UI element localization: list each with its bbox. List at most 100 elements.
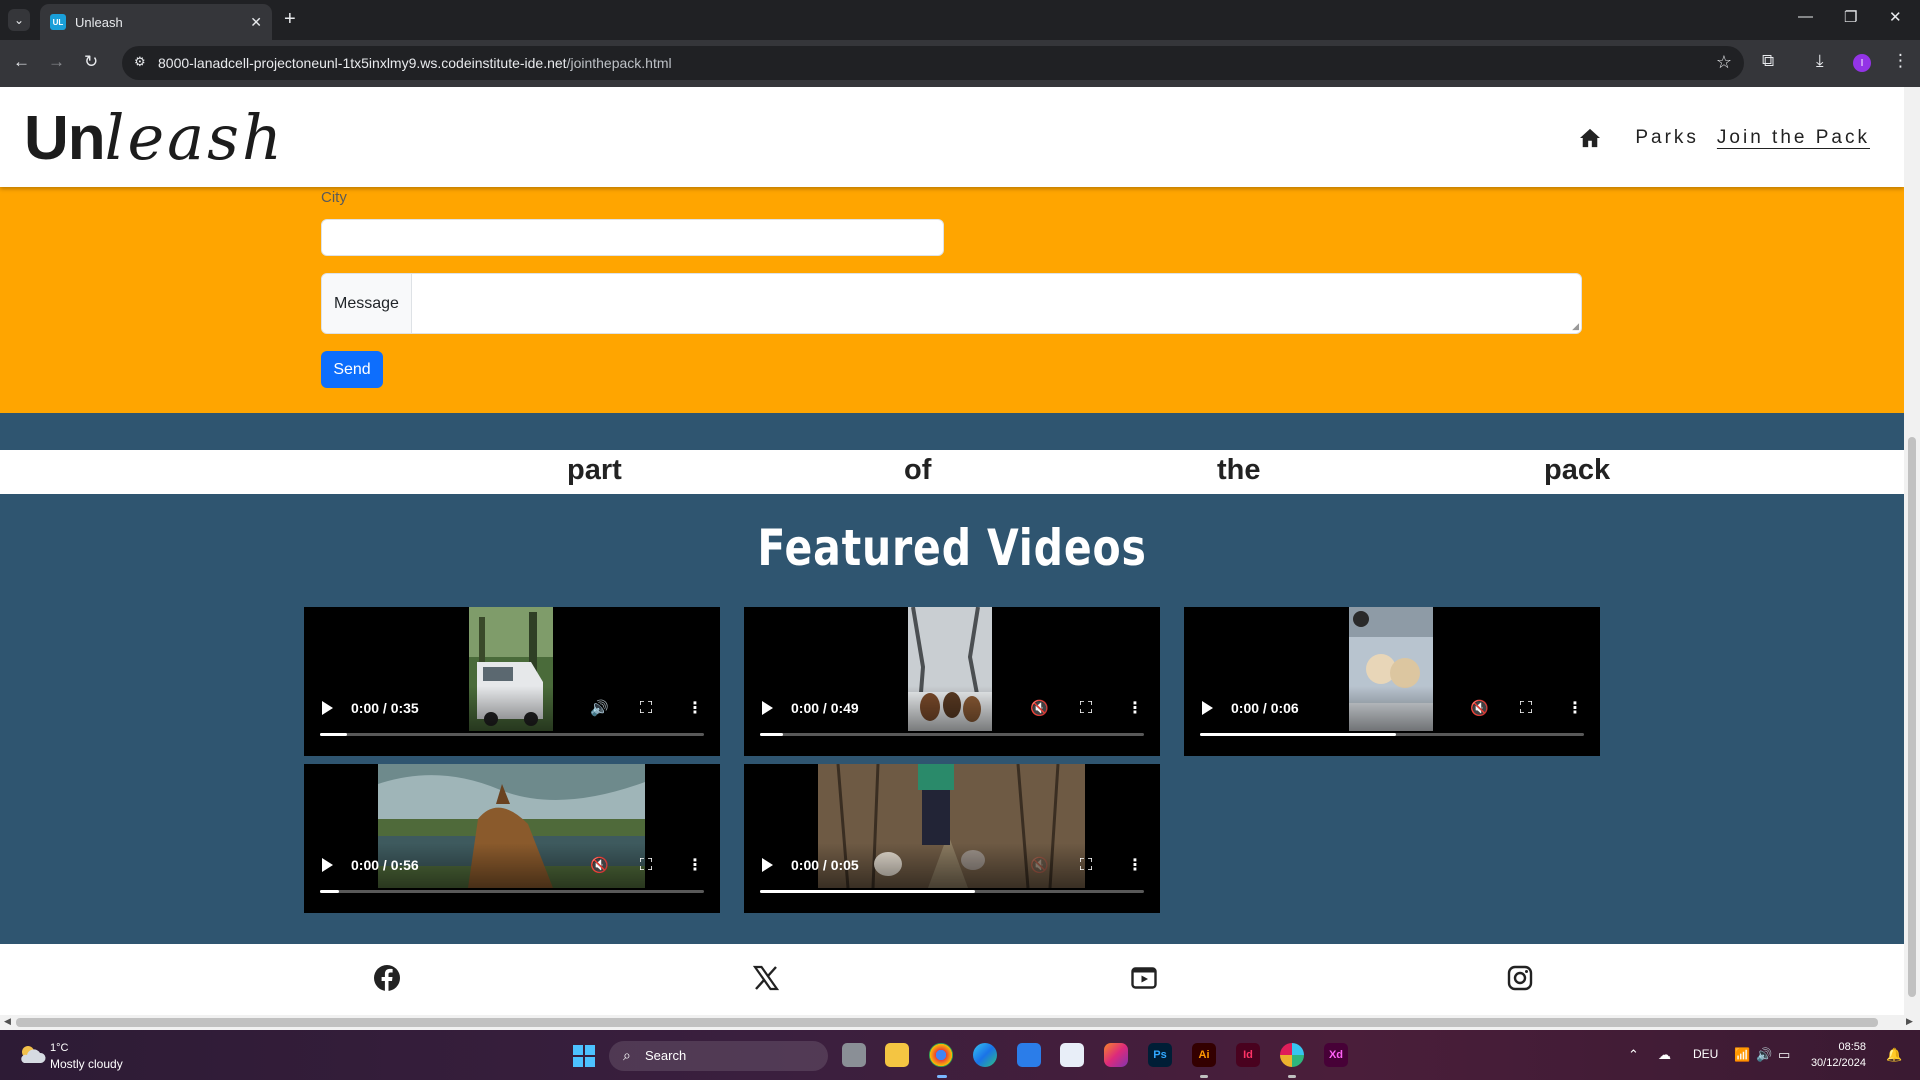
site-logo[interactable]: Unleash [24, 101, 285, 174]
input-language[interactable]: DEU [1693, 1047, 1718, 1061]
onedrive-cloud-icon[interactable]: ☁ [1658, 1047, 1671, 1063]
video-player[interactable]: 0:00 / 0:06 🔇 ⋮ [1184, 607, 1600, 756]
taskbar-search[interactable]: ⌕ Search [609, 1041, 828, 1071]
menu-kebab-icon[interactable]: ⋮ [1892, 51, 1909, 71]
chrome-icon[interactable] [929, 1043, 953, 1067]
video-time: 0:00 / 0:05 [791, 857, 859, 873]
facebook-icon[interactable] [373, 964, 401, 992]
nav-link-join-the-pack[interactable]: Join the Pack [1717, 127, 1870, 149]
volume-icon[interactable]: 🔊 [590, 699, 609, 717]
youtube-icon[interactable] [1130, 964, 1158, 992]
city-input[interactable] [321, 219, 944, 256]
chevron-up-icon[interactable]: ⌃ [1628, 1047, 1639, 1063]
profile-avatar[interactable]: I [1853, 54, 1871, 72]
video-progress[interactable] [760, 890, 1144, 893]
task-view-icon[interactable] [842, 1043, 866, 1067]
window-close-icon[interactable]: ✕ [1889, 8, 1902, 26]
bookmark-star-icon[interactable]: ☆ [1716, 52, 1732, 73]
video-progress[interactable] [760, 733, 1144, 736]
adobe-xd-icon[interactable]: Xd [1324, 1043, 1348, 1067]
muted-icon[interactable]: 🔇 [590, 856, 609, 874]
house-icon[interactable] [1579, 128, 1601, 148]
video-player[interactable]: 0:00 / 0:05 🔇 ⋮ [744, 764, 1160, 913]
play-icon[interactable] [322, 701, 333, 715]
cloudy-weather-icon[interactable] [18, 1044, 46, 1064]
fullscreen-icon[interactable] [1080, 701, 1092, 713]
back-icon[interactable]: ← [13, 52, 30, 72]
site-info-icon[interactable]: ⚙ [134, 54, 146, 70]
browser-tab[interactable]: UL Unleash ✕ [40, 4, 272, 40]
speaker-icon[interactable]: 🔊 [1756, 1047, 1772, 1063]
illustrator-icon[interactable]: Ai [1192, 1043, 1216, 1067]
fullscreen-icon[interactable] [1080, 858, 1092, 870]
play-icon[interactable] [762, 858, 773, 872]
vertical-scroll-thumb[interactable] [1908, 437, 1916, 997]
store-icon[interactable] [1017, 1043, 1041, 1067]
battery-icon[interactable]: ▭ [1778, 1047, 1790, 1063]
more-options-icon[interactable]: ⋮ [1127, 855, 1143, 875]
clock-date[interactable]: 30/12/2024 [1806, 1057, 1866, 1069]
instagram-icon[interactable] [1506, 964, 1534, 992]
instagram-app-icon[interactable] [1104, 1043, 1128, 1067]
muted-icon[interactable]: 🔇 [1030, 856, 1049, 874]
site-favicon: UL [50, 14, 66, 30]
indesign-icon[interactable]: Id [1236, 1043, 1260, 1067]
more-options-icon[interactable]: ⋮ [1567, 698, 1583, 718]
video-progress[interactable] [320, 890, 704, 893]
nav-link-parks[interactable]: Parks [1635, 127, 1699, 149]
slack-icon[interactable] [1280, 1043, 1304, 1067]
video-player[interactable]: 0:00 / 0:56 🔇 ⋮ [304, 764, 720, 913]
vertical-scrollbar[interactable] [1904, 87, 1920, 1015]
fullscreen-icon[interactable] [640, 858, 652, 870]
video-time: 0:00 / 0:56 [351, 857, 419, 873]
muted-icon[interactable]: 🔇 [1470, 699, 1489, 717]
video-progress-fill [760, 733, 784, 736]
more-options-icon[interactable]: ⋮ [687, 698, 703, 718]
forward-icon[interactable]: → [48, 52, 65, 72]
address-bar[interactable]: ⚙ 8000-lanadcell-projectoneunl-1tx5inxlm… [122, 46, 1744, 80]
message-textarea[interactable]: ◢ [412, 274, 1581, 333]
play-icon[interactable] [1202, 701, 1213, 715]
fullscreen-icon[interactable] [640, 701, 652, 713]
horizontal-scrollbar[interactable]: ◀ ▶ [0, 1015, 1920, 1030]
video-player[interactable]: 0:00 / 0:49 🔇 ⋮ [744, 607, 1160, 756]
tab-strip: ⌄ UL Unleash ✕ + — ❐ ✕ [0, 0, 1920, 40]
scroll-left-icon[interactable]: ◀ [4, 1016, 11, 1027]
start-button[interactable] [573, 1045, 595, 1067]
message-group: Message ◢ [321, 273, 1582, 334]
clock-time[interactable]: 08:58 [1812, 1041, 1866, 1053]
url-text[interactable]: 8000-lanadcell-projectoneunl-1tx5inxlmy9… [158, 55, 672, 71]
notification-bell-icon[interactable]: 🔔 [1886, 1047, 1902, 1063]
tab-search-button[interactable]: ⌄ [8, 9, 30, 31]
site-header: Unleash Parks Join the Pack [0, 87, 1904, 187]
muted-icon[interactable]: 🔇 [1030, 699, 1049, 717]
new-tab-button[interactable]: + [284, 8, 296, 30]
restore-icon[interactable]: ❐ [1844, 8, 1857, 26]
more-options-icon[interactable]: ⋮ [687, 855, 703, 875]
send-button[interactable]: Send [321, 351, 383, 388]
x-icon[interactable] [752, 964, 780, 992]
minimize-icon[interactable]: — [1798, 8, 1813, 25]
file-explorer-icon[interactable] [885, 1043, 909, 1067]
resize-handle-icon[interactable]: ◢ [1572, 321, 1579, 332]
contact-form: City Message ◢ Send [0, 187, 1904, 413]
more-options-icon[interactable]: ⋮ [1127, 698, 1143, 718]
download-icon[interactable]: ⤓ [1816, 51, 1824, 71]
calendar-icon[interactable] [1060, 1043, 1084, 1067]
video-progress[interactable] [320, 733, 704, 736]
reload-icon[interactable]: ↻ [84, 52, 98, 72]
scroll-right-icon[interactable]: ▶ [1906, 1016, 1913, 1027]
photoshop-icon[interactable]: Ps [1148, 1043, 1172, 1067]
edge-icon[interactable] [973, 1043, 997, 1067]
wifi-icon[interactable]: 📶 [1734, 1047, 1750, 1063]
horizontal-scroll-thumb[interactable] [16, 1018, 1878, 1027]
play-icon[interactable] [322, 858, 333, 872]
tab-close-icon[interactable]: ✕ [250, 14, 262, 31]
fullscreen-icon[interactable] [1520, 701, 1532, 713]
extensions-icon[interactable]: ⧉ [1762, 51, 1774, 71]
video-player[interactable]: 0:00 / 0:35 🔊 ⋮ [304, 607, 720, 756]
video-progress[interactable] [1200, 733, 1584, 736]
play-icon[interactable] [762, 701, 773, 715]
weather-description: Mostly cloudy [50, 1057, 123, 1071]
city-label: City [321, 189, 347, 206]
